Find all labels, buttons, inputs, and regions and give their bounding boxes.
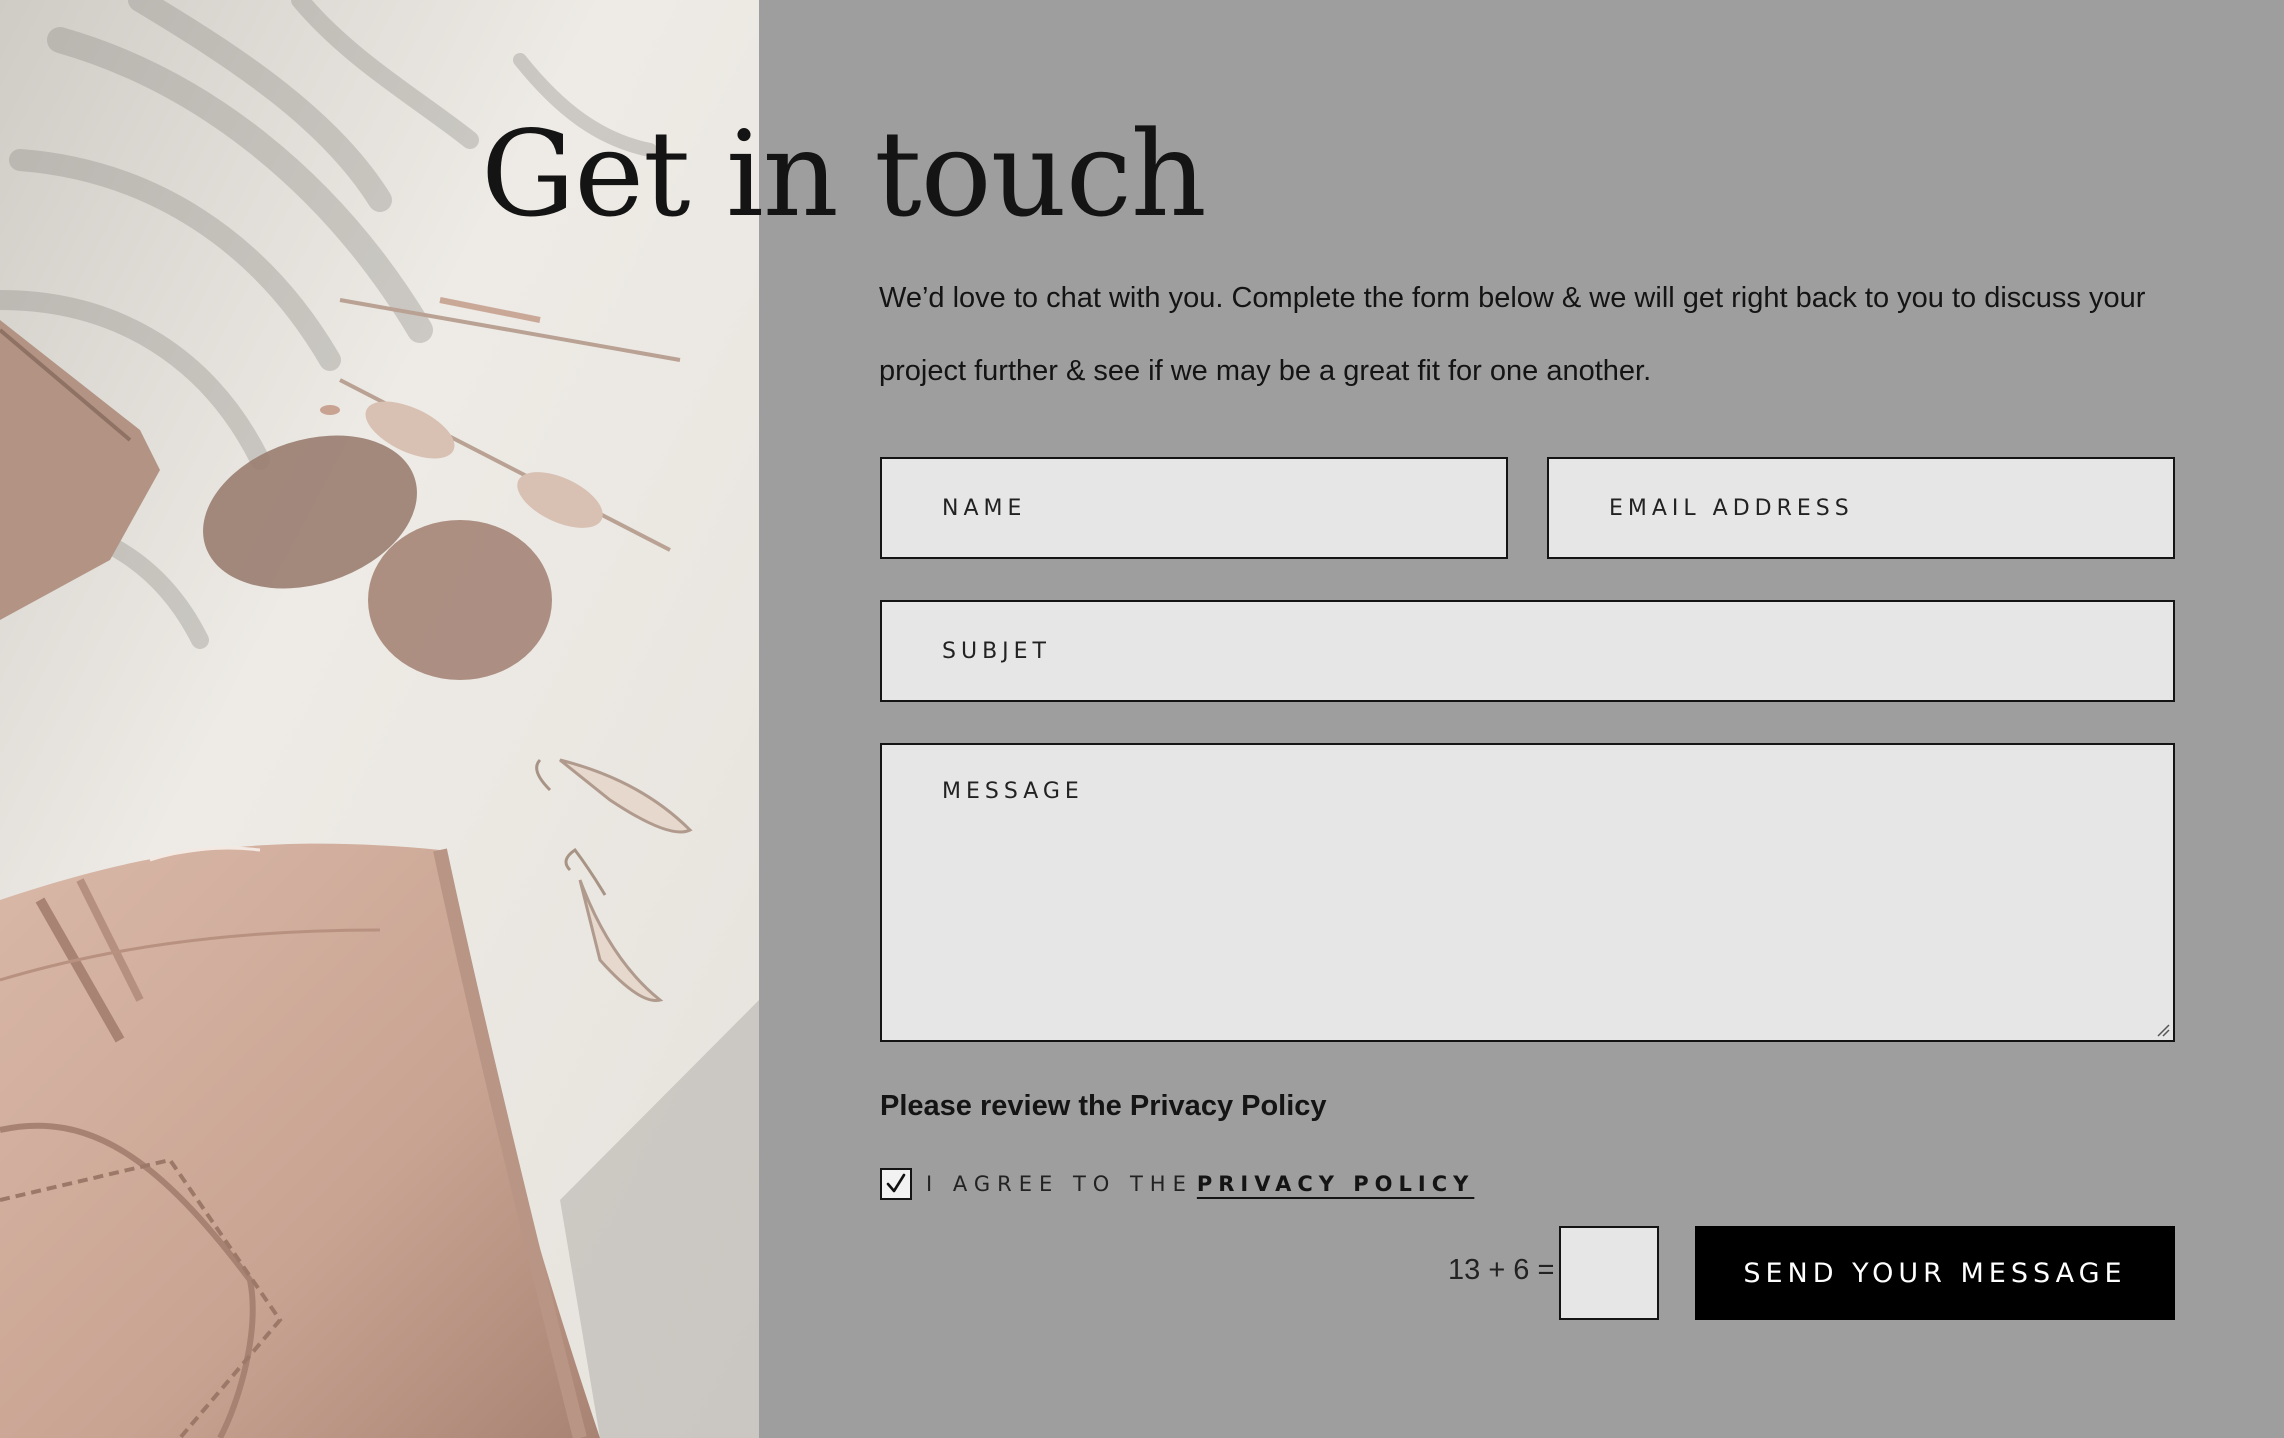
privacy-policy-link[interactable]: PRIVACY POLICY [1197, 1172, 1474, 1196]
agree-label: I AGREE TO THE [926, 1172, 1193, 1196]
subject-field[interactable] [880, 600, 2175, 702]
privacy-heading: Please review the Privacy Policy [880, 1090, 1327, 1122]
intro-text: We’d love to chat with you. Complete the… [879, 282, 2146, 387]
name-field[interactable] [880, 457, 1508, 559]
resize-grip-icon[interactable] [2156, 1023, 2170, 1037]
page-title: Get in touch [481, 105, 1207, 243]
captcha-question: 13 + 6 = [1448, 1254, 1555, 1286]
send-message-button[interactable]: SEND YOUR MESSAGE [1695, 1226, 2175, 1320]
captcha-input[interactable] [1559, 1226, 1659, 1320]
privacy-checkbox[interactable] [880, 1168, 912, 1200]
checkmark-icon [886, 1173, 906, 1193]
privacy-agree-row: I AGREE TO THE PRIVACY POLICY [880, 1166, 1474, 1202]
email-field[interactable] [1547, 457, 2175, 559]
message-field[interactable] [880, 743, 2175, 1042]
